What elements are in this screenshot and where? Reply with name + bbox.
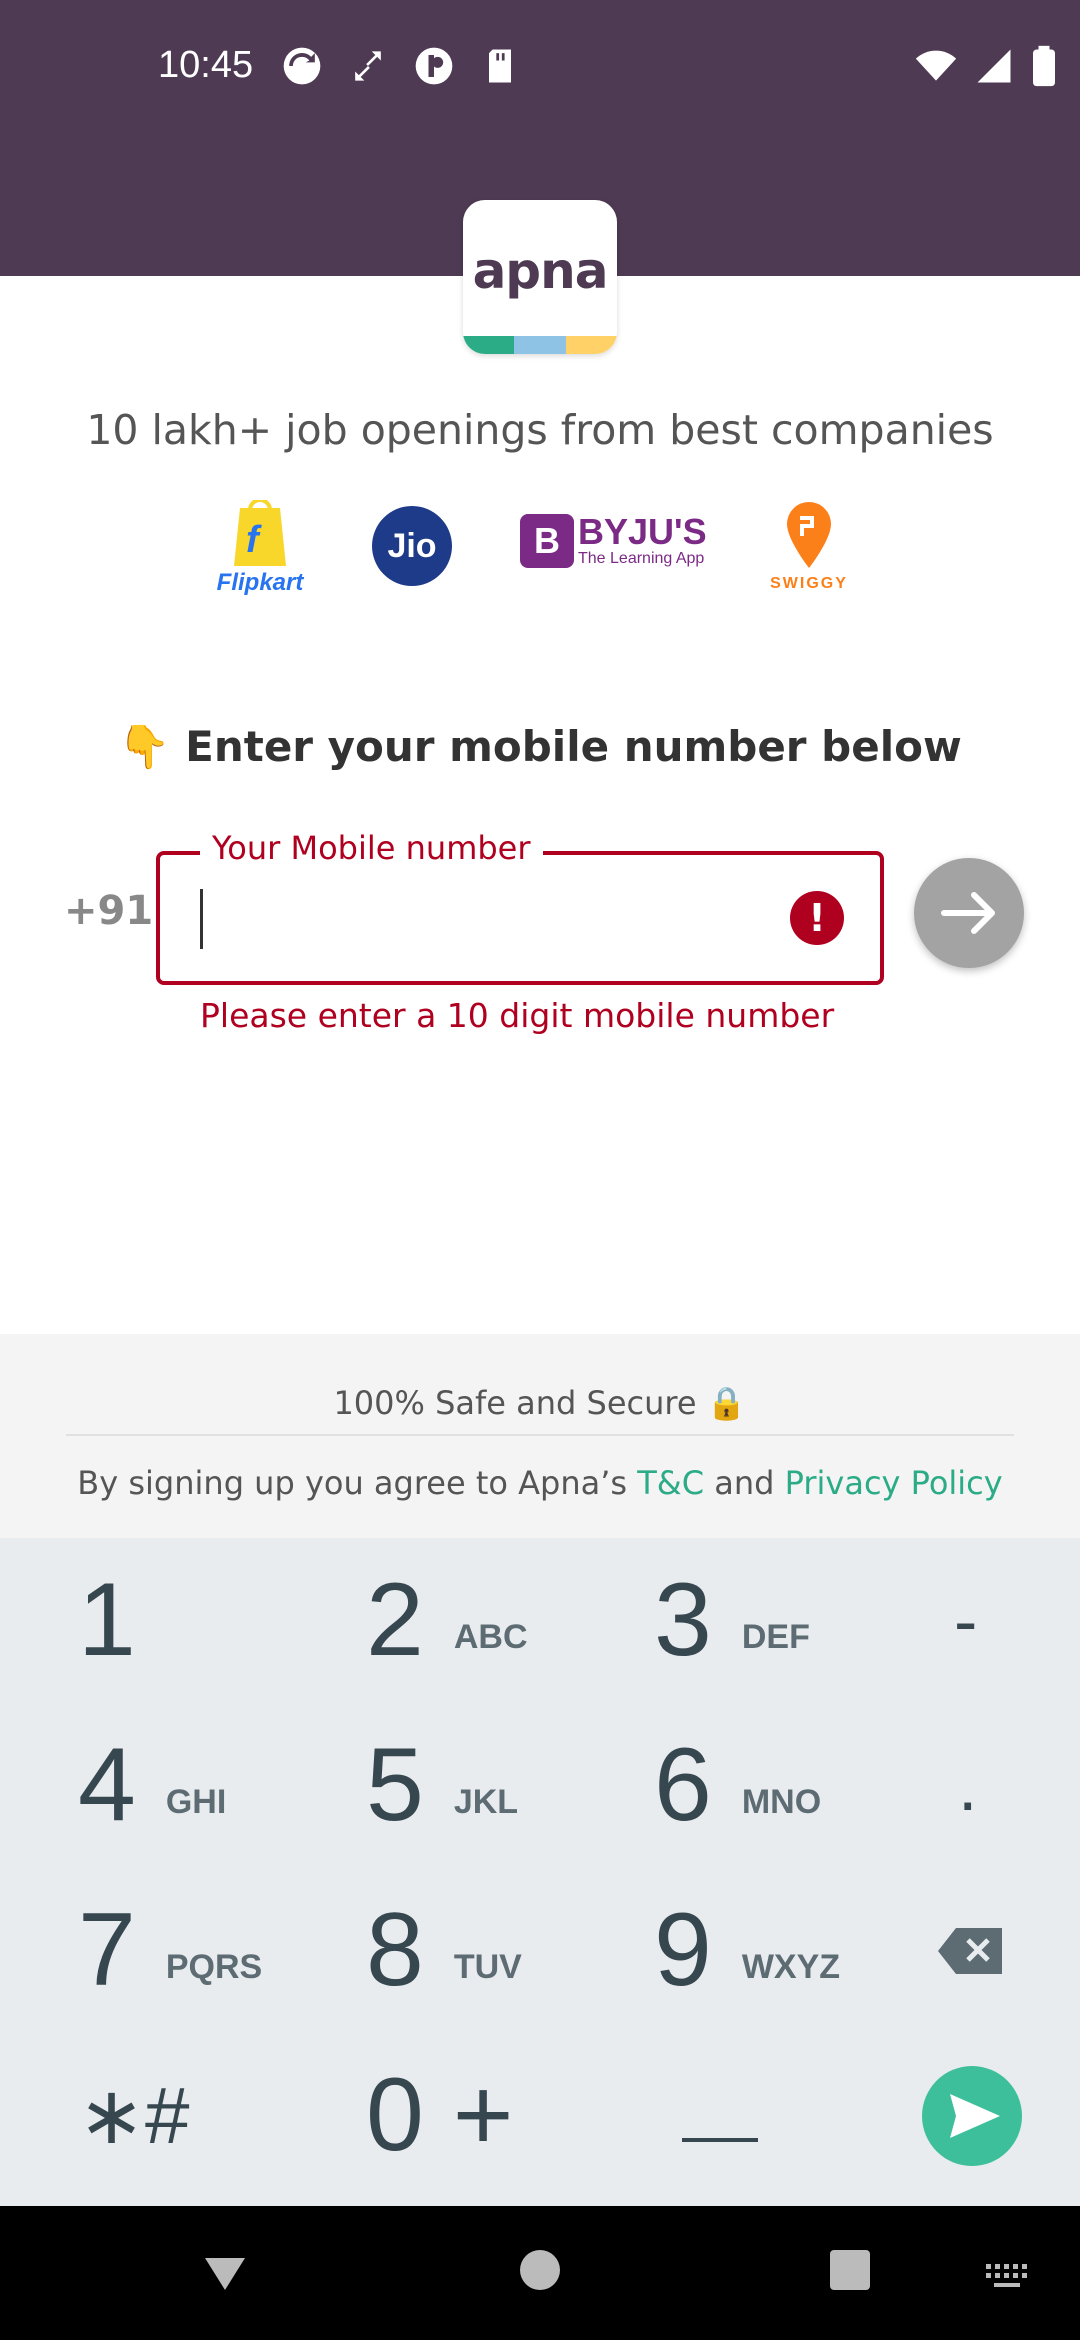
flipkart-label: Flipkart — [216, 569, 304, 596]
space-bar-icon — [682, 2137, 758, 2142]
mobile-number-label: Your Mobile number — [200, 829, 543, 867]
status-icons-left — [280, 44, 522, 88]
swiggy-label: SWIGGY — [770, 575, 848, 592]
error-message: Please enter a 10 digit mobile number — [200, 996, 835, 1035]
key-9[interactable]: 9 WXYZ — [654, 1868, 924, 2033]
swiggy-logo: SWIGGY — [770, 500, 848, 593]
byjus-logo: B BYJU'S The Learning App — [520, 514, 707, 568]
flipkart-logo: f Flipkart — [212, 498, 308, 597]
back-icon[interactable] — [200, 2248, 250, 2298]
key-2[interactable]: 2 ABC — [366, 1538, 636, 1703]
key-dash[interactable]: - — [954, 1538, 1080, 1703]
logo-text: apna — [472, 242, 609, 300]
key-4[interactable]: 4 GHI — [78, 1703, 348, 1868]
terms-prefix: By signing up you agree to Apna’s — [77, 1464, 628, 1502]
data-transfer-icon — [355, 51, 381, 81]
byjus-label: BYJU'S — [578, 511, 707, 552]
tagline: 10 lakh+ job openings from best companie… — [86, 406, 994, 454]
keyboard-icon[interactable] — [984, 2262, 1030, 2292]
signal-icon — [977, 49, 1011, 83]
byjus-mark: B — [520, 514, 574, 568]
send-icon — [922, 2065, 1022, 2166]
send-key[interactable] — [922, 2033, 1080, 2198]
tc-link[interactable]: T&C — [637, 1464, 704, 1502]
headline-text: Enter your mobile number below — [185, 722, 962, 771]
mobile-number-input[interactable] — [190, 885, 754, 953]
country-code: +91 — [64, 888, 154, 934]
sync-icon — [283, 47, 321, 85]
terms-and: and — [714, 1464, 775, 1502]
key-7[interactable]: 7 PQRS — [78, 1868, 348, 2033]
backspace-key[interactable] — [936, 1868, 1080, 2033]
next-button[interactable] — [914, 858, 1024, 968]
key-6[interactable]: 6 MNO — [654, 1703, 924, 1868]
jio-logo: Jio — [372, 506, 452, 586]
jio-label: Jio — [372, 506, 452, 586]
key-0-plus[interactable]: 0 + — [366, 2033, 636, 2198]
terms-text: By signing up you agree to Apna’s T&C an… — [0, 1464, 1080, 1502]
footer-divider — [66, 1434, 1014, 1436]
app-notification-icon — [415, 47, 453, 85]
privacy-policy-link[interactable]: Privacy Policy — [785, 1464, 1003, 1502]
status-time: 10:45 — [158, 44, 254, 86]
brand-logos: f Flipkart Jio B BYJU'S The Learning App… — [0, 498, 1080, 610]
key-star-hash[interactable]: ∗# — [78, 2033, 348, 2198]
status-icons-right — [914, 44, 1058, 88]
mobile-number-field[interactable]: Your Mobile number ! — [156, 829, 884, 985]
pointing-down-icon: 👇 — [118, 722, 171, 771]
navigation-bar — [0, 2206, 1080, 2340]
key-5[interactable]: 5 JKL — [366, 1703, 636, 1868]
battery-icon — [1033, 45, 1055, 87]
error-icon: ! — [790, 891, 844, 945]
sd-card-icon — [489, 49, 511, 83]
key-1[interactable]: 1 — [78, 1538, 348, 1703]
byjus-subtitle: The Learning App — [578, 550, 705, 567]
headline: 👇 Enter your mobile number below — [0, 722, 1080, 772]
backspace-icon — [938, 1927, 1002, 1974]
space-key[interactable] — [678, 2033, 948, 2198]
recents-icon[interactable] — [828, 2248, 872, 2292]
wifi-icon — [915, 50, 957, 81]
arrow-right-icon — [941, 892, 995, 934]
home-icon[interactable] — [518, 2248, 562, 2292]
safe-secure-text: 100% Safe and Secure 🔒 — [333, 1384, 747, 1422]
key-dot[interactable]: . — [958, 1703, 1080, 1868]
text-caret — [200, 889, 203, 949]
key-3[interactable]: 3 DEF — [654, 1538, 924, 1703]
logo-stripe — [463, 336, 617, 354]
apna-logo: apna — [463, 200, 617, 354]
key-8[interactable]: 8 TUV — [366, 1868, 636, 2033]
footer: 100% Safe and Secure 🔒 By signing up you… — [0, 1334, 1080, 1538]
numeric-keypad: 1 2 ABC 3 DEF - 4 GHI 5 JKL 6 MNO . 7 PQRS 8 TU… — [0, 1538, 1080, 2206]
